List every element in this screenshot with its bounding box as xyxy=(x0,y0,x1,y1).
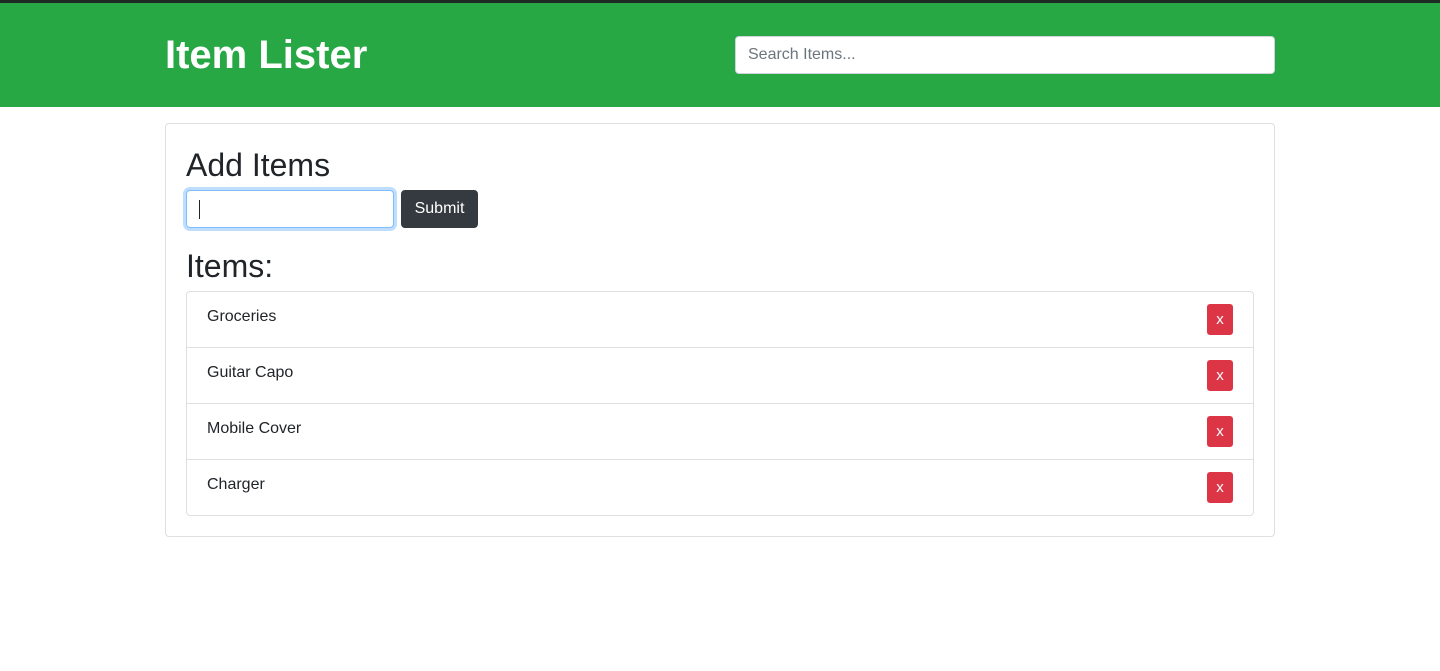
delete-button[interactable]: x xyxy=(1207,360,1233,391)
main-card: Add Items Submit Items: Groceries x Guit… xyxy=(165,123,1275,537)
app-title: Item Lister xyxy=(165,33,368,77)
items-list: Groceries x Guitar Capo x Mobile Cover x… xyxy=(186,291,1254,516)
delete-button[interactable]: x xyxy=(1207,304,1233,335)
add-items-heading: Add Items xyxy=(186,147,331,183)
submit-button[interactable]: Submit xyxy=(401,190,478,228)
list-item: Guitar Capo x xyxy=(187,348,1253,404)
delete-button[interactable]: x xyxy=(1207,416,1233,447)
item-label: Mobile Cover xyxy=(207,420,302,437)
item-label: Charger xyxy=(207,476,265,493)
search-input[interactable] xyxy=(735,36,1275,74)
items-heading: Items: xyxy=(186,248,274,284)
list-item: Groceries x xyxy=(187,292,1253,348)
delete-button[interactable]: x xyxy=(1207,472,1233,503)
list-item: Charger x xyxy=(187,460,1253,515)
text-cursor xyxy=(199,200,200,219)
item-label: Guitar Capo xyxy=(207,364,294,381)
item-label: Groceries xyxy=(207,308,277,325)
list-item: Mobile Cover x xyxy=(187,404,1253,460)
item-input[interactable] xyxy=(186,190,394,228)
navbar: Item Lister xyxy=(0,3,1440,107)
